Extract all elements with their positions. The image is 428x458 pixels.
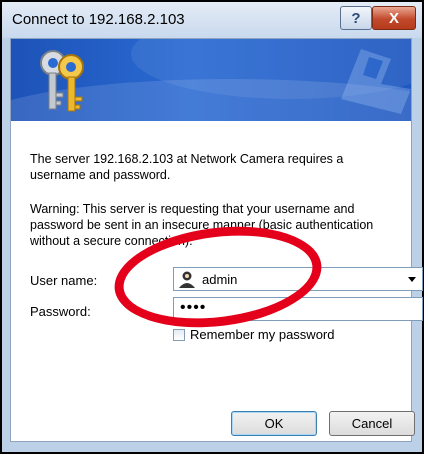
- banner-logo-icon: [341, 49, 411, 114]
- remember-password-label[interactable]: Remember my password: [190, 327, 335, 342]
- password-field[interactable]: ••••: [173, 297, 423, 321]
- close-icon: X: [388, 9, 399, 27]
- security-warning: Warning: This server is requesting that …: [30, 202, 374, 248]
- password-value: ••••: [180, 299, 207, 316]
- server-message: The server 192.168.2.103 at Network Came…: [30, 152, 344, 182]
- title-bar: Connect to 192.168.2.103 ? X: [2, 2, 422, 38]
- keys-icon: [40, 50, 84, 112]
- help-button[interactable]: ?: [340, 6, 372, 30]
- remember-password-row[interactable]: Remember my password: [173, 327, 335, 342]
- user-name-combobox[interactable]: admin: [173, 267, 423, 291]
- user-name-label: User name:: [30, 273, 98, 288]
- window-title: Connect to 192.168.2.103: [12, 11, 185, 28]
- cancel-button[interactable]: Cancel: [329, 411, 415, 436]
- user-icon: [179, 271, 195, 288]
- ok-button[interactable]: OK: [231, 411, 317, 436]
- remember-password-checkbox[interactable]: [173, 328, 185, 341]
- user-name-value: admin: [202, 272, 238, 287]
- dialog-body: The server 192.168.2.103 at Network Came…: [10, 38, 423, 442]
- chevron-down-icon[interactable]: [408, 277, 416, 282]
- help-icon: ?: [351, 9, 361, 27]
- password-label: Password:: [30, 304, 91, 319]
- close-button[interactable]: X: [372, 6, 416, 30]
- login-dialog: Connect to 192.168.2.103 ? X The server …: [0, 0, 424, 454]
- header-banner: [11, 39, 411, 121]
